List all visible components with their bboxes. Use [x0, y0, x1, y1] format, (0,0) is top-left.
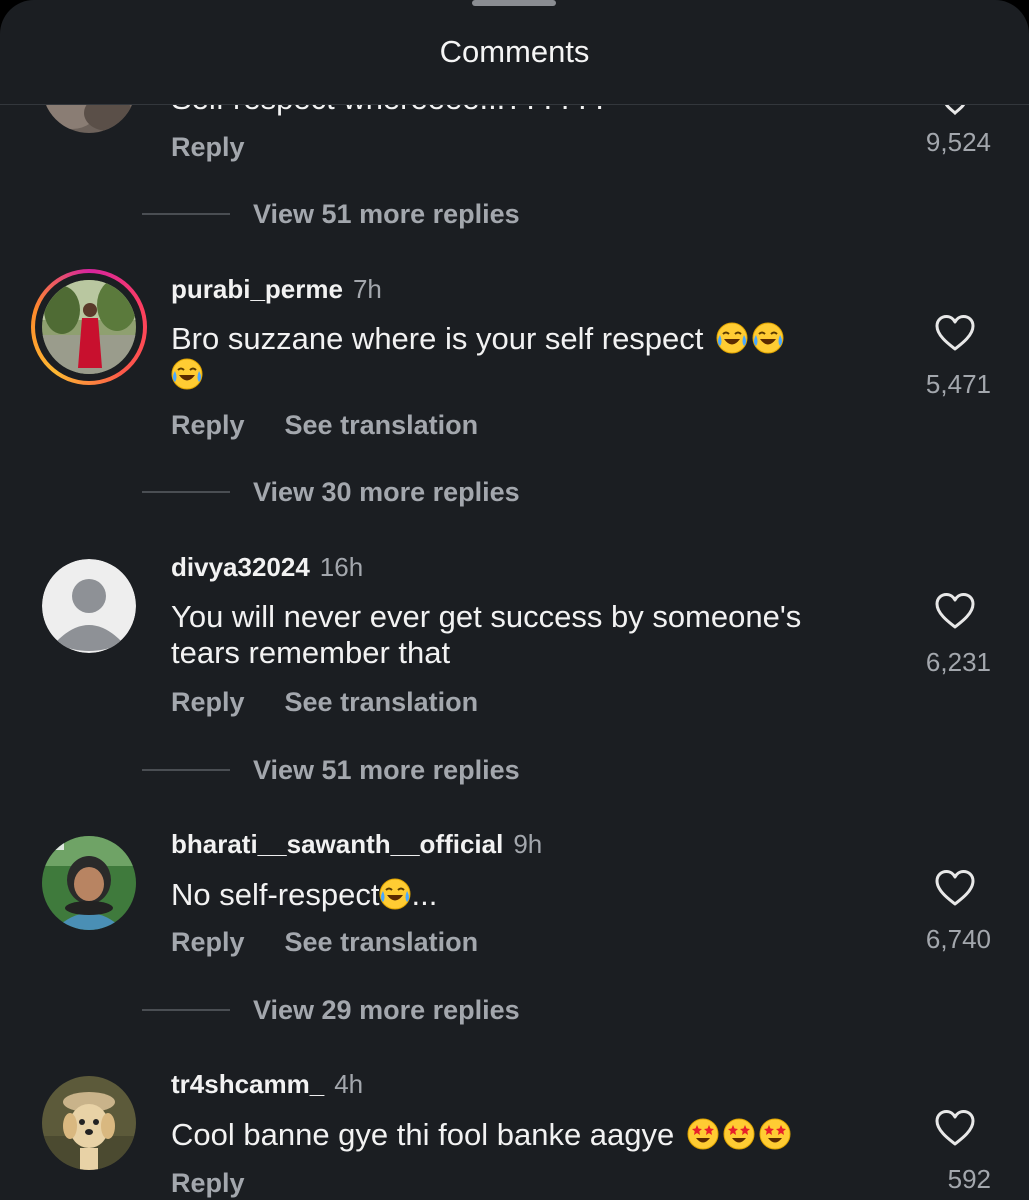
- heart-icon[interactable]: [940, 105, 970, 117]
- see-translation-button[interactable]: See translation: [285, 410, 479, 440]
- reply-button[interactable]: Reply: [171, 1168, 245, 1198]
- comment-actions: Reply See translation: [171, 410, 518, 441]
- see-translation-button[interactable]: See translation: [285, 687, 479, 717]
- comment-username[interactable]: purabi_perme 7h: [171, 274, 382, 305]
- star-struck-icon: [687, 1118, 719, 1150]
- view-replies-line: [142, 491, 230, 493]
- see-translation-button[interactable]: See translation: [285, 927, 479, 957]
- star-struck-icon: [723, 1118, 755, 1150]
- comment-text: You will never ever get success by someo…: [171, 599, 802, 670]
- avatar[interactable]: [42, 836, 136, 930]
- comments-sheet: Comments Self respect whereeee...?????? …: [0, 0, 1029, 1200]
- comment-text: Self respect whereeee...??????: [171, 105, 871, 117]
- like-count: 9,524: [925, 127, 991, 157]
- heart-icon[interactable]: [933, 313, 977, 353]
- comment-username[interactable]: bharati__sawanth__official 9h: [171, 829, 542, 860]
- star-struck-icon: [759, 1118, 791, 1150]
- comment-text: Cool banne gye thi fool banke aagye: [171, 1117, 871, 1153]
- story-ring[interactable]: [31, 269, 147, 385]
- comment-actions: Reply: [171, 132, 285, 163]
- comment-actions: Reply See translation: [171, 927, 518, 958]
- reply-button[interactable]: Reply: [171, 687, 245, 717]
- comment-actions: Reply: [171, 1168, 285, 1199]
- view-more-replies-button[interactable]: View 51 more replies: [253, 199, 520, 230]
- face-with-tears-of-joy-icon: [171, 358, 203, 390]
- face-with-tears-of-joy-icon: [716, 322, 748, 354]
- sheet-title: Comments: [439, 34, 590, 69]
- like-count: 5,471: [925, 369, 991, 399]
- reply-button[interactable]: Reply: [171, 927, 245, 957]
- drag-handle[interactable]: [472, 0, 556, 6]
- comment-timestamp: 9h: [513, 829, 543, 859]
- heart-icon[interactable]: [933, 868, 977, 908]
- avatar[interactable]: [42, 105, 136, 133]
- comment-timestamp: 7h: [352, 274, 382, 304]
- like-count: 592: [947, 1164, 991, 1194]
- like-count: 6,231: [925, 647, 991, 677]
- view-replies-line: [142, 769, 230, 771]
- view-more-replies-button[interactable]: View 29 more replies: [253, 995, 520, 1026]
- view-more-replies-button[interactable]: View 51 more replies: [253, 755, 520, 786]
- heart-icon[interactable]: [933, 1108, 977, 1148]
- reply-button[interactable]: Reply: [171, 132, 245, 162]
- reply-button[interactable]: Reply: [171, 410, 245, 440]
- comment-username[interactable]: tr4shcamm_ 4h: [171, 1069, 363, 1100]
- comment-username[interactable]: divya32024 16h: [171, 552, 363, 583]
- comment-timestamp: 4h: [334, 1069, 364, 1099]
- avatar[interactable]: [42, 1076, 136, 1170]
- comments-list[interactable]: Self respect whereeee...?????? Reply 9,5…: [0, 105, 1029, 1200]
- face-with-tears-of-joy-icon: [379, 878, 411, 910]
- face-with-tears-of-joy-icon: [752, 322, 784, 354]
- comment-actions: Reply See translation: [171, 687, 518, 718]
- like-count: 6,740: [925, 924, 991, 954]
- view-replies-line: [142, 1009, 230, 1011]
- comment-text: No self-respect...: [171, 877, 438, 912]
- avatar: [42, 280, 136, 374]
- default-avatar-icon[interactable]: [42, 559, 136, 653]
- comment-timestamp: 16h: [319, 552, 364, 582]
- view-replies-line: [142, 213, 230, 215]
- comment-text: Bro suzzane where is your self respect: [171, 321, 871, 393]
- view-more-replies-button[interactable]: View 30 more replies: [253, 477, 520, 508]
- heart-icon[interactable]: [933, 591, 977, 631]
